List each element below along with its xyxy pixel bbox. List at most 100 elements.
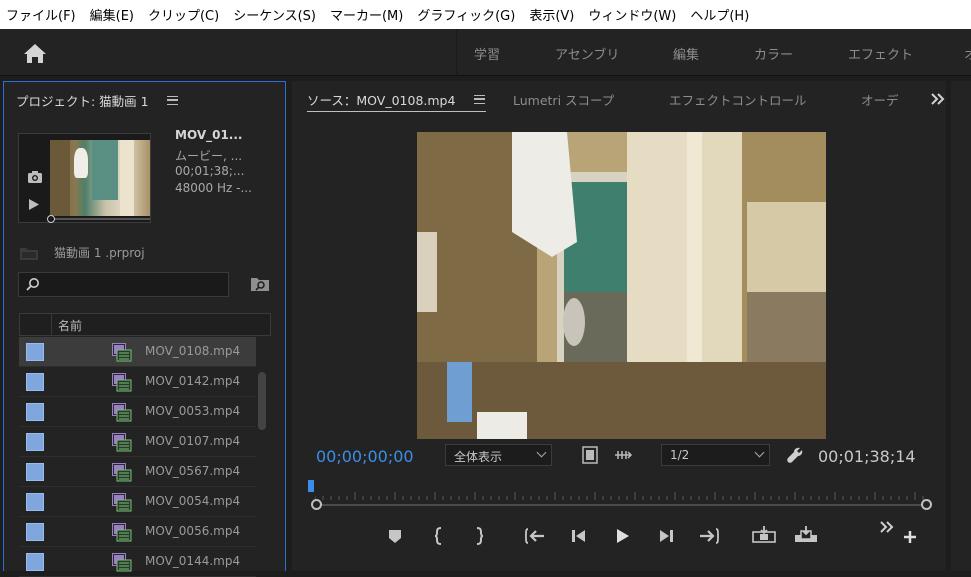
- list-header: 名前: [19, 313, 271, 336]
- panel-menu-icon[interactable]: [167, 96, 178, 105]
- insert-icon[interactable]: [751, 525, 777, 545]
- go-to-in-icon[interactable]: [524, 526, 546, 546]
- label-color-chip[interactable]: [26, 373, 44, 391]
- add-marker-icon[interactable]: [384, 526, 406, 546]
- video-clip-icon: [112, 373, 132, 392]
- file-name: MOV_0107.mp4: [145, 434, 241, 448]
- bin-folder-icon: [20, 248, 38, 260]
- list-item[interactable]: MOV_0144.mp4: [19, 547, 256, 577]
- current-timecode[interactable]: 00;00;00;00: [316, 447, 414, 466]
- tab-lumetri-scopes[interactable]: Lumetri スコープ: [513, 90, 614, 109]
- clip-type: ムービー, ...: [175, 149, 243, 163]
- video-clip-icon: [112, 553, 132, 572]
- list-item[interactable]: MOV_0054.mp4: [19, 487, 256, 517]
- zoom-handle-left[interactable]: [311, 499, 322, 510]
- file-name: MOV_0054.mp4: [145, 494, 241, 508]
- chevron-down-icon: [754, 447, 765, 458]
- file-name: MOV_0567.mp4: [145, 464, 241, 478]
- list-item[interactable]: MOV_0056.mp4: [19, 517, 256, 547]
- label-color-chip[interactable]: [26, 493, 44, 511]
- menu-file[interactable]: ファイル(F): [6, 5, 76, 24]
- menu-graphics[interactable]: グラフィック(G): [417, 5, 515, 24]
- chevron-double-right-icon[interactable]: [880, 521, 894, 533]
- overwrite-icon[interactable]: [793, 525, 819, 545]
- tab-effect-controls[interactable]: エフェクトコントロール: [669, 90, 807, 109]
- playback-resolution-dropdown[interactable]: 1/2: [661, 444, 770, 466]
- thumbnail-scrub-bar[interactable]: [50, 218, 150, 220]
- menu-clip[interactable]: クリップ(C): [148, 5, 219, 24]
- drag-audio-video-icon[interactable]: [613, 449, 633, 461]
- step-back-icon[interactable]: [568, 526, 590, 546]
- fit-dropdown[interactable]: 全体表示: [445, 444, 552, 466]
- label-color-chip[interactable]: [26, 553, 44, 571]
- play-button[interactable]: [611, 526, 633, 546]
- search-input[interactable]: [18, 272, 229, 297]
- chevron-down-icon: [536, 447, 547, 458]
- tab-source[interactable]: ソース：MOV_0108.mp4: [307, 90, 455, 109]
- active-tab-underline: [307, 111, 486, 112]
- column-header-name[interactable]: 名前: [58, 317, 82, 334]
- file-name: MOV_0056.mp4: [145, 524, 241, 538]
- step-forward-icon[interactable]: [655, 526, 677, 546]
- duration-timecode: 00;01;38;14: [818, 447, 916, 466]
- workspace-tab-editing[interactable]: 編集: [673, 44, 699, 63]
- workspace-tab-color[interactable]: カラー: [754, 44, 793, 63]
- project-panel-title[interactable]: プロジェクト: 猫動画 1: [16, 91, 149, 110]
- list-scrollbar[interactable]: [258, 372, 266, 430]
- video-clip-icon: [112, 433, 132, 452]
- mark-out-icon[interactable]: [468, 526, 490, 546]
- list-item[interactable]: MOV_0142.mp4: [19, 367, 256, 397]
- mark-in-icon[interactable]: [428, 526, 450, 546]
- wrench-icon[interactable]: [786, 446, 804, 464]
- list-item[interactable]: MOV_0567.mp4: [19, 457, 256, 487]
- label-color-chip[interactable]: [26, 523, 44, 541]
- menu-marker[interactable]: マーカー(M): [330, 5, 403, 24]
- workspace-tab-effects[interactable]: エフェクト: [848, 44, 913, 63]
- film-strip-icon[interactable]: [582, 446, 598, 464]
- list-item[interactable]: MOV_0108.mp4: [19, 337, 256, 367]
- label-color-chip[interactable]: [26, 463, 44, 481]
- list-item[interactable]: MOV_0053.mp4: [19, 397, 256, 427]
- project-file-name: 猫動画 1 .prproj: [54, 246, 145, 260]
- play-icon[interactable]: [28, 198, 40, 211]
- menu-bar: ファイル(F) 編集(E) クリップ(C) シーケンス(S) マーカー(M) グ…: [0, 0, 971, 29]
- chevron-double-right-icon[interactable]: [931, 93, 945, 105]
- zoom-scroll-track[interactable]: [316, 504, 928, 506]
- video-clip-icon: [112, 343, 132, 362]
- menu-view[interactable]: 表示(V): [529, 5, 574, 24]
- thumbnail-scrub-handle[interactable]: [47, 215, 55, 223]
- workspace-tab-audio[interactable]: オ: [964, 44, 971, 63]
- workspace-bar: 学習 アセンブリ 編集 カラー エフェクト オ: [0, 29, 971, 76]
- label-color-chip[interactable]: [26, 343, 44, 361]
- label-color-chip[interactable]: [26, 433, 44, 451]
- clip-preview-thumbnail[interactable]: [18, 133, 151, 223]
- list-item[interactable]: MOV_0107.mp4: [19, 427, 256, 457]
- menu-sequence[interactable]: シーケンス(S): [233, 5, 316, 24]
- menu-help[interactable]: ヘルプ(H): [690, 5, 749, 24]
- file-name: MOV_0142.mp4: [145, 374, 241, 388]
- go-to-out-icon[interactable]: [698, 526, 720, 546]
- label-color-chip[interactable]: [26, 403, 44, 421]
- clip-audio-info: 48000 Hz -...: [175, 181, 252, 195]
- workspace-divider: [456, 29, 457, 76]
- home-icon[interactable]: [22, 41, 48, 65]
- video-frame[interactable]: [417, 132, 826, 439]
- menu-window[interactable]: ウィンドウ(W): [588, 5, 676, 24]
- menu-edit[interactable]: 編集(E): [90, 5, 134, 24]
- panel-menu-icon[interactable]: [474, 95, 485, 104]
- workspace-tab-learning[interactable]: 学習: [474, 44, 500, 63]
- fit-dropdown-value: 全体表示: [454, 450, 503, 464]
- time-ruler[interactable]: [315, 486, 927, 500]
- playback-resolution-value: 1/2: [670, 448, 690, 462]
- find-in-bin-icon[interactable]: [250, 275, 270, 293]
- playhead[interactable]: [308, 480, 314, 492]
- right-panel-edge: [951, 81, 971, 571]
- clip-thumbnail-image: [50, 140, 150, 216]
- video-clip-icon: [112, 523, 132, 542]
- zoom-handle-right[interactable]: [921, 499, 932, 510]
- tab-audio[interactable]: オーデ: [861, 90, 899, 109]
- camera-icon[interactable]: [27, 170, 43, 184]
- file-name: MOV_0053.mp4: [145, 404, 241, 418]
- workspace-tab-assembly[interactable]: アセンブリ: [555, 44, 619, 63]
- add-button-icon[interactable]: [903, 530, 917, 544]
